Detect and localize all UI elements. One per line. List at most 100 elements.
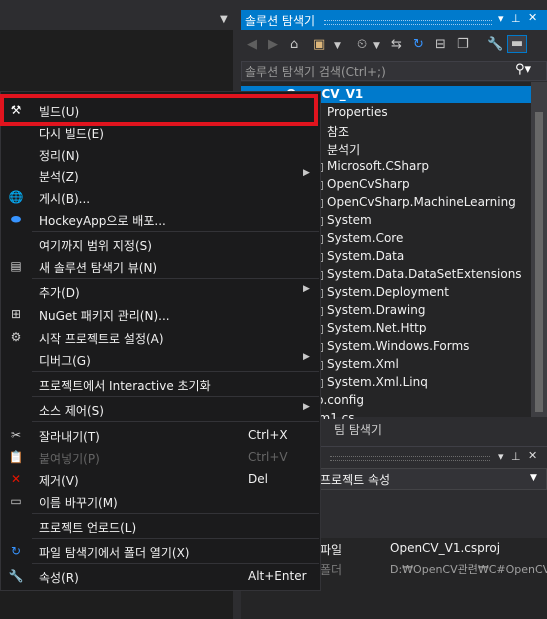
property-value[interactable]: OpenCV_V1.csproj bbox=[390, 541, 500, 555]
tree-item[interactable]: System.Data.DataSetExtensions bbox=[327, 267, 522, 281]
hockeyapp-icon: ⬬ bbox=[10, 212, 22, 226]
menu-item-open-folder[interactable]: ↻ 파일 탐색기에서 폴더 열기(X) bbox=[1, 540, 320, 562]
tree-item[interactable]: System.Net.Http bbox=[327, 321, 427, 335]
pin-icon[interactable]: ⊥ bbox=[511, 450, 521, 463]
menu-item-label: 제거(V) bbox=[39, 474, 79, 488]
property-name: 폴더 bbox=[320, 563, 343, 577]
menu-shortcut: Ctrl+X bbox=[248, 428, 288, 442]
switch-views-icon[interactable]: ▣ bbox=[313, 37, 325, 52]
menu-separator bbox=[32, 396, 319, 397]
tree-item[interactable]: 참조 bbox=[327, 123, 349, 140]
menu-item-label: 속성(R) bbox=[39, 571, 79, 585]
views-dropdown-icon[interactable]: ▼ bbox=[334, 41, 341, 51]
properties-wrench-icon[interactable]: 🔧 bbox=[487, 37, 503, 52]
submenu-arrow-icon: ▶ bbox=[303, 352, 310, 362]
menu-item-hockeyapp[interactable]: ⬬ HockeyApp으로 배포... bbox=[1, 208, 320, 230]
editor-dropdown-icon[interactable]: ▼ bbox=[220, 14, 228, 25]
tree-item[interactable]: System.Xml bbox=[327, 357, 399, 371]
tree-item[interactable]: 분석기 bbox=[327, 141, 360, 158]
pending-changes-icon[interactable]: ⏲ bbox=[357, 37, 367, 52]
refresh-icon[interactable]: ↻ bbox=[413, 37, 424, 52]
sync-icon[interactable]: ⇆ bbox=[391, 37, 402, 52]
menu-shortcut: Del bbox=[248, 472, 268, 486]
chevron-down-icon[interactable]: ▼ bbox=[530, 473, 537, 483]
menu-separator bbox=[32, 563, 319, 564]
tab-team-explorer[interactable]: 팀 탐색기 bbox=[334, 421, 382, 438]
menu-item-rename[interactable]: ▭ 이름 바꾸기(M) bbox=[1, 490, 320, 512]
titlebar-grip bbox=[330, 456, 490, 461]
search-icon[interactable]: ⚲▾ bbox=[515, 62, 531, 77]
wrench-icon: 🔧 bbox=[8, 569, 24, 583]
tree-item[interactable]: Properties bbox=[327, 105, 388, 119]
collapse-all-icon[interactable]: ⊟ bbox=[435, 37, 446, 52]
menu-item-analyze[interactable]: 분석(Z) ▶ bbox=[1, 164, 320, 186]
pending-dropdown-icon[interactable]: ▼ bbox=[373, 41, 380, 51]
window-position-icon[interactable]: ▾ bbox=[498, 12, 504, 25]
tree-item[interactable]: Microsoft.CSharp bbox=[327, 159, 429, 173]
menu-item-label: 분석(Z) bbox=[39, 170, 79, 184]
rename-icon: ▭ bbox=[10, 494, 22, 508]
pin-icon[interactable]: ⊥ bbox=[511, 12, 521, 25]
show-all-files-icon[interactable]: ❐ bbox=[457, 37, 469, 52]
globe-icon: 🌐 bbox=[8, 190, 24, 204]
tree-item[interactable]: System.Data bbox=[327, 249, 404, 263]
menu-item-interactive-init[interactable]: 프로젝트에서 Interactive 초기화 bbox=[1, 373, 320, 395]
submenu-arrow-icon: ▶ bbox=[303, 402, 310, 412]
back-icon[interactable]: ◀ bbox=[247, 37, 257, 52]
menu-item-label: 잘라내기(T) bbox=[39, 430, 100, 444]
window-position-icon[interactable]: ▾ bbox=[498, 450, 504, 463]
menu-item-source-control[interactable]: 소스 제어(S) ▶ bbox=[1, 398, 320, 420]
menu-item-unload[interactable]: 프로젝트 언로드(L) bbox=[1, 515, 320, 537]
close-icon[interactable]: ✕ bbox=[528, 11, 537, 24]
property-name: 파일 bbox=[320, 543, 343, 557]
menu-item-label: 추가(D) bbox=[39, 286, 80, 300]
menu-item-debug[interactable]: 디버그(G) ▶ bbox=[1, 348, 320, 370]
property-value[interactable]: D:₩OpenCV관련₩C#OpenCV bbox=[390, 561, 547, 577]
menu-item-remove[interactable]: ✕ 제거(V) Del bbox=[1, 468, 320, 490]
menu-item-label: 새 솔루션 탐색기 뷰(N) bbox=[39, 261, 158, 275]
menu-item-nuget[interactable]: ⊞ NuGet 패키지 관리(N)... bbox=[1, 303, 320, 325]
menu-item-label: 프로젝트 언로드(L) bbox=[39, 521, 137, 535]
menu-item-label: 다시 빌드(E) bbox=[39, 127, 104, 141]
tree-item[interactable]: System.Deployment bbox=[327, 285, 449, 299]
close-icon[interactable]: ✕ bbox=[528, 449, 537, 462]
menu-item-add[interactable]: 추가(D) ▶ bbox=[1, 280, 320, 302]
nuget-icon: ⊞ bbox=[10, 307, 22, 321]
tree-item[interactable]: System.Xml.Linq bbox=[327, 375, 428, 389]
menu-item-label: 파일 탐색기에서 폴더 열기(X) bbox=[39, 546, 190, 560]
tree-item[interactable]: OpenCvSharp.MachineLearning bbox=[327, 195, 516, 209]
menu-item-label: 붙여넣기(P) bbox=[39, 452, 100, 466]
tree-item[interactable]: System.Windows.Forms bbox=[327, 339, 469, 353]
menu-separator bbox=[32, 231, 319, 232]
tree-item[interactable]: System.Core bbox=[327, 231, 403, 245]
menu-item-properties[interactable]: 🔧 속성(R) Alt+Enter bbox=[1, 565, 320, 587]
preview-selected-icon[interactable]: ▬ bbox=[507, 35, 527, 53]
scrollbar-thumb[interactable] bbox=[535, 112, 543, 412]
menu-shortcut: Ctrl+V bbox=[248, 450, 288, 464]
submenu-arrow-icon: ▶ bbox=[303, 168, 310, 178]
tree-item[interactable]: OpenCvSharp bbox=[327, 177, 410, 191]
solution-explorer-title: 솔루션 탐색기 bbox=[245, 14, 316, 28]
menu-separator bbox=[32, 421, 319, 422]
scissors-icon: ✂ bbox=[10, 428, 22, 442]
menu-item-label: 이름 바꾸기(M) bbox=[39, 496, 118, 510]
menu-item-new-view[interactable]: ▤ 새 솔루션 탐색기 뷰(N) bbox=[1, 255, 320, 277]
tree-item[interactable]: System.Drawing bbox=[327, 303, 425, 317]
menu-separator bbox=[32, 371, 319, 372]
menu-item-scope-to-this[interactable]: 여기까지 범위 지정(S) bbox=[1, 233, 320, 255]
menu-item-label: 여기까지 범위 지정(S) bbox=[39, 239, 152, 253]
home-icon[interactable]: ⌂ bbox=[290, 37, 298, 52]
search-placeholder: 솔루션 탐색기 검색(Ctrl+;) bbox=[245, 65, 386, 79]
menu-item-cut[interactable]: ✂ 잘라내기(T) Ctrl+X bbox=[1, 424, 320, 446]
tree-item[interactable]: System bbox=[327, 213, 372, 227]
menu-item-paste: 📋 붙여넣기(P) Ctrl+V bbox=[1, 446, 320, 468]
annotation-highlight-box bbox=[0, 94, 318, 126]
menu-item-label: 소스 제어(S) bbox=[39, 404, 104, 418]
menu-item-publish[interactable]: 🌐 게시(B)... bbox=[1, 186, 320, 208]
editor-tab-well bbox=[0, 10, 233, 31]
paste-icon: 📋 bbox=[8, 450, 24, 464]
forward-icon[interactable]: ▶ bbox=[268, 37, 278, 52]
menu-item-clean[interactable]: 정리(N) bbox=[1, 143, 320, 165]
menu-separator bbox=[32, 538, 319, 539]
menu-item-set-startup[interactable]: ⚙ 시작 프로젝트로 설정(A) bbox=[1, 326, 320, 348]
